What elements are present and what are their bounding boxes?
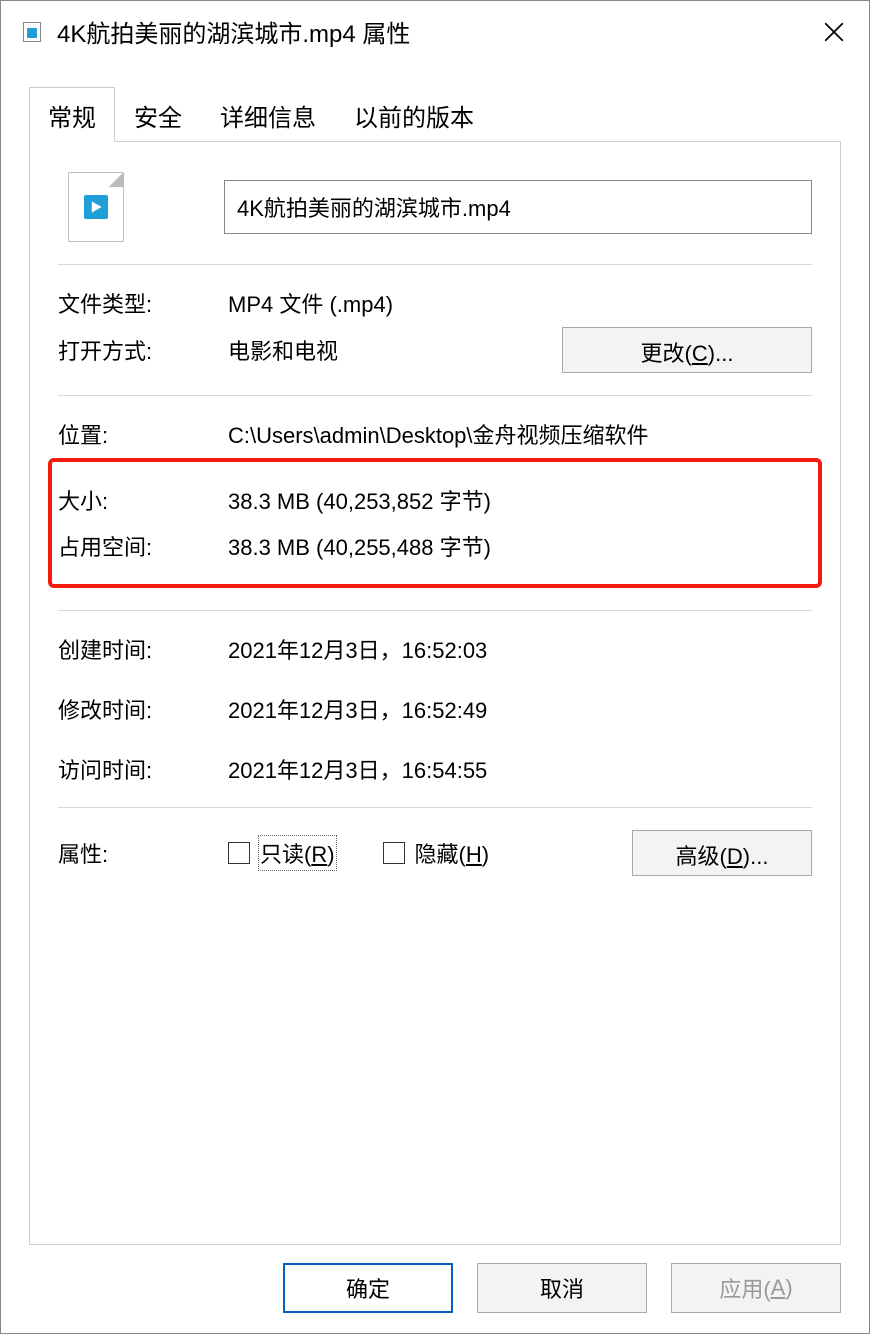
tabs-area: 常规 安全 详细信息 以前的版本 文件类型: MP4 文件 (.mp4) 打开 [1, 63, 869, 1245]
row-opens-with: 打开方式: 电影和电视 更改(C)... [58, 327, 812, 373]
value-size: 38.3 MB (40,253,852 字节) [228, 484, 812, 516]
row-accessed: 访问时间: 2021年12月3日，16:54:55 [58, 753, 812, 785]
label-accessed: 访问时间: [58, 753, 228, 785]
separator [58, 807, 812, 808]
dialog-button-bar: 确定 取消 应用(A) [1, 1245, 869, 1333]
file-type-icon [68, 172, 124, 242]
value-modified: 2021年12月3日，16:52:49 [228, 693, 812, 725]
row-location: 位置: C:\Users\admin\Desktop\金舟视频压缩软件 [58, 418, 812, 450]
filename-row [58, 172, 812, 242]
close-button[interactable] [807, 9, 861, 55]
change-button[interactable]: 更改(C)... [562, 327, 812, 373]
size-highlight: 大小: 38.3 MB (40,253,852 字节) 占用空间: 38.3 M… [48, 458, 822, 588]
ok-button[interactable]: 确定 [283, 1263, 453, 1313]
label-created: 创建时间: [58, 633, 228, 665]
label-size: 大小: [58, 484, 228, 516]
value-accessed: 2021年12月3日，16:54:55 [228, 753, 812, 785]
apply-button[interactable]: 应用(A) [671, 1263, 841, 1313]
value-file-type: MP4 文件 (.mp4) [228, 287, 812, 319]
row-created: 创建时间: 2021年12月3日，16:52:03 [58, 633, 812, 665]
tab-security[interactable]: 安全 [115, 87, 201, 142]
label-file-type: 文件类型: [58, 287, 228, 319]
separator [58, 610, 812, 611]
play-icon [84, 195, 108, 219]
tab-panel-general: 文件类型: MP4 文件 (.mp4) 打开方式: 电影和电视 更改(C)...… [29, 141, 841, 1245]
label-attributes: 属性: [58, 837, 228, 869]
window-title: 4K航拍美丽的湖滨城市.mp4 属性 [57, 14, 807, 49]
value-location: C:\Users\admin\Desktop\金舟视频压缩软件 [228, 418, 812, 450]
properties-dialog: 4K航拍美丽的湖滨城市.mp4 属性 常规 安全 详细信息 以前的版本 [0, 0, 870, 1334]
filename-input[interactable] [224, 180, 812, 234]
label-opens-with: 打开方式: [58, 334, 228, 366]
value-opens-with: 电影和电视 [228, 334, 338, 366]
row-file-type: 文件类型: MP4 文件 (.mp4) [58, 287, 812, 319]
separator [58, 264, 812, 265]
label-modified: 修改时间: [58, 693, 228, 725]
tab-details[interactable]: 详细信息 [201, 87, 335, 142]
value-size-on-disk: 38.3 MB (40,255,488 字节) [228, 530, 812, 562]
label-size-on-disk: 占用空间: [58, 530, 228, 562]
value-created: 2021年12月3日，16:52:03 [228, 633, 812, 665]
row-size: 大小: 38.3 MB (40,253,852 字节) [58, 484, 812, 516]
titlebar: 4K航拍美丽的湖滨城市.mp4 属性 [1, 1, 869, 63]
file-icon [21, 21, 43, 43]
tab-previous-versions[interactable]: 以前的版本 [335, 87, 493, 142]
close-icon [824, 22, 844, 42]
checkbox-hidden[interactable]: 隐藏(H) [383, 837, 490, 869]
separator [58, 395, 812, 396]
advanced-button[interactable]: 高级(D)... [632, 830, 812, 876]
row-attributes: 属性: 只读(R) 隐藏(H) 高级(D)... [58, 830, 812, 876]
row-modified: 修改时间: 2021年12月3日，16:52:49 [58, 693, 812, 725]
checkbox-box-icon [228, 842, 250, 864]
cancel-button[interactable]: 取消 [477, 1263, 647, 1313]
row-size-on-disk: 占用空间: 38.3 MB (40,255,488 字节) [58, 530, 812, 562]
checkbox-box-icon [383, 842, 405, 864]
label-location: 位置: [58, 418, 228, 450]
checkbox-readonly[interactable]: 只读(R) [228, 837, 335, 869]
tabs-row: 常规 安全 详细信息 以前的版本 [29, 91, 841, 141]
tab-general[interactable]: 常规 [29, 87, 115, 142]
